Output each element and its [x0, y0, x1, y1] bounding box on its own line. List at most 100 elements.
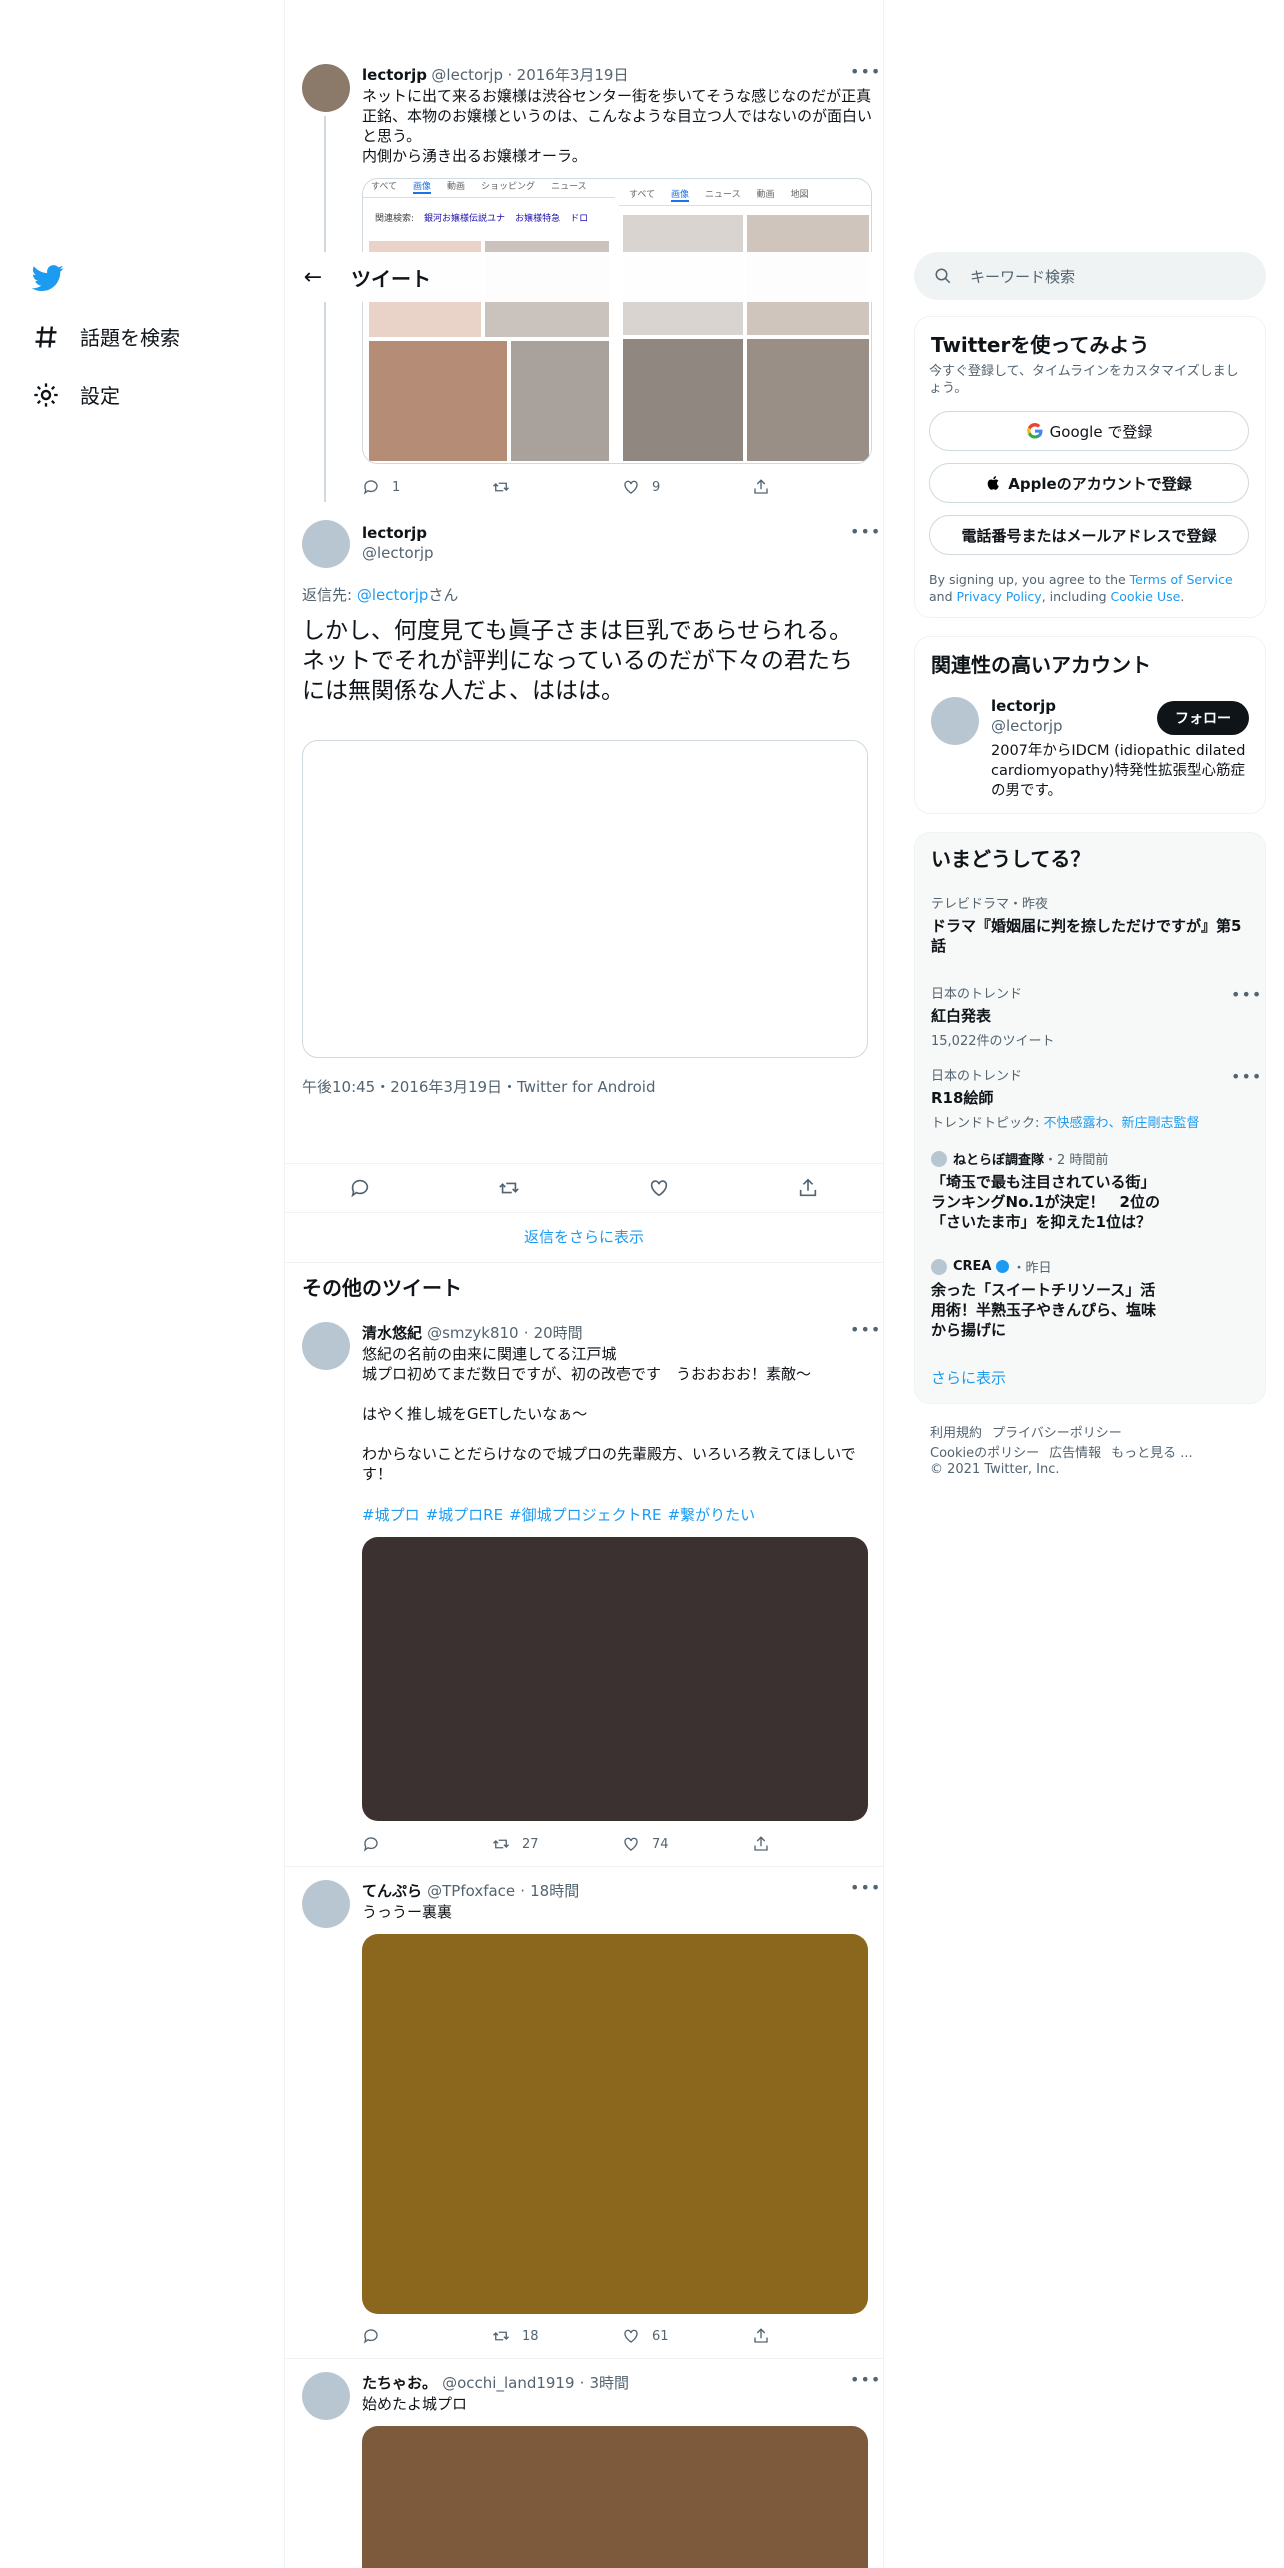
- google-signup-button[interactable]: Google で登録: [929, 411, 1249, 451]
- tweet-date[interactable]: 2016年3月19日: [517, 66, 629, 84]
- avatar[interactable]: [931, 697, 979, 745]
- tweet-author-handle[interactable]: @TPfoxface: [427, 1882, 515, 1900]
- nav-settings[interactable]: 設定: [32, 380, 120, 409]
- footer-link[interactable]: Cookieのポリシー: [930, 1446, 1039, 1461]
- avatar[interactable]: [302, 2372, 350, 2420]
- more-icon[interactable]: •••: [850, 522, 881, 541]
- more-icon[interactable]: •••: [850, 2370, 881, 2389]
- share-icon: [754, 1836, 768, 1851]
- avatar[interactable]: [302, 520, 350, 568]
- media-image-left[interactable]: すべて 画像 動画 ショッピング ニュース 関連検索: 銀河お嬢様伝説ユナ お嬢…: [363, 179, 615, 463]
- tweet-time[interactable]: 18時間: [530, 1882, 579, 1900]
- share-button[interactable]: [752, 2327, 882, 2345]
- retweet-button[interactable]: [492, 478, 622, 496]
- footer-link[interactable]: 利用規約: [930, 1426, 982, 1441]
- like-button[interactable]: 61: [622, 2327, 752, 2345]
- hashtag-link[interactable]: #城プロRE: [426, 1506, 503, 1524]
- relevant-accounts-panel: 関連性の高いアカウント lectorjp @lectorjp フォロー 2007…: [914, 636, 1266, 814]
- more-tweets-title: その他のツイート: [302, 1276, 462, 1300]
- account-handle[interactable]: @lectorjp: [991, 717, 1063, 735]
- tweet-author-name[interactable]: lectorjp: [362, 66, 427, 84]
- reply-icon[interactable]: [349, 1177, 371, 1199]
- tweet-text: 悠紀の名前の由来に関連してる江戸城 城プロ初めてまだ数日ですが、初の改壱です う…: [362, 1345, 856, 1483]
- news-item[interactable]: CREA ・昨日 余った「スイートチリソース」活用術！半熟玉子やきんぴら、塩味か…: [931, 1257, 1251, 1340]
- back-arrow-icon[interactable]: ←: [285, 265, 341, 290]
- trend-topic-link[interactable]: 不快感露わ、新庄剛志監督: [1044, 1116, 1200, 1131]
- show-more-link[interactable]: さらに表示: [931, 1367, 1006, 1388]
- heart-icon[interactable]: [648, 1177, 670, 1199]
- more-icon[interactable]: •••: [850, 1320, 881, 1339]
- retweet-icon[interactable]: [498, 1177, 520, 1199]
- tweet-media[interactable]: すべて 画像 動画 ショッピング ニュース 関連検索: 銀河お嬢様伝説ユナ お嬢…: [362, 178, 872, 464]
- footer-link[interactable]: プライバシーポリシー: [992, 1426, 1122, 1441]
- terms-link[interactable]: Terms of Service: [1130, 572, 1233, 587]
- search-input[interactable]: キーワード検索: [914, 252, 1266, 300]
- reply-button[interactable]: [362, 1835, 492, 1853]
- more-icon[interactable]: •••: [850, 1878, 881, 1897]
- legal-text: and: [929, 589, 957, 604]
- apple-signup-button[interactable]: Appleのアカウントで登録: [929, 463, 1249, 503]
- nav-explore[interactable]: 話題を検索: [32, 322, 180, 351]
- media-image-right[interactable]: すべて 画像 ニュース 動画 地図: [619, 179, 871, 463]
- tweet-timestamp[interactable]: 午後10:45・2016年3月19日・Twitter for Android: [302, 1076, 655, 1097]
- tweet-time[interactable]: 20時間: [534, 1324, 583, 1342]
- tweet-author-handle[interactable]: @lectorjp: [431, 66, 503, 84]
- footer-link[interactable]: もっと見る ...: [1111, 1446, 1193, 1461]
- trend-item[interactable]: 日本のトレンド 紅白発表 15,022件のツイート: [931, 983, 1251, 1049]
- tweet-author-handle[interactable]: @occhi_land1919: [442, 2374, 574, 2392]
- tweet-media[interactable]: [362, 1537, 868, 1821]
- account-name[interactable]: lectorjp: [991, 697, 1056, 715]
- more-icon[interactable]: •••: [850, 62, 881, 81]
- tweet-media[interactable]: [362, 2426, 868, 2568]
- hashtag-link[interactable]: #御城プロジェクトRE: [509, 1506, 661, 1524]
- avatar[interactable]: [302, 64, 350, 112]
- trend-item[interactable]: 日本のトレンド R18絵師 トレンドトピック: 不快感露わ、新庄剛志監督: [931, 1065, 1251, 1131]
- hashtag-link[interactable]: #繋がりたい: [668, 1506, 756, 1524]
- reply-to-link[interactable]: @lectorjp: [357, 586, 429, 604]
- tweet-author-name[interactable]: たちゃお。: [362, 2374, 437, 2392]
- photo-thumb: [747, 339, 869, 461]
- retweet-button[interactable]: 18: [492, 2327, 622, 2345]
- tweet-author-handle[interactable]: @lectorjp: [362, 544, 434, 562]
- source-avatar: [931, 1150, 947, 1167]
- news-item[interactable]: ねとらぼ調査隊 ・2 時間前 「埼玉で最も注目されている街」ランキングNo.1が…: [931, 1149, 1251, 1232]
- news-source-name: ねとらぼ調査隊: [953, 1153, 1045, 1168]
- legal-text: By signing up, you agree to the: [929, 572, 1130, 587]
- tweet-author-handle[interactable]: @smzyk810: [427, 1324, 519, 1342]
- phone-email-signup-button[interactable]: 電話番号またはメールアドレスで登録: [929, 515, 1249, 555]
- trend-item[interactable]: テレビドラマ・昨夜 ドラマ『婚姻届に判を捺しただけですが』第5話: [931, 893, 1251, 956]
- avatar[interactable]: [302, 1880, 350, 1928]
- tweet-time[interactable]: 3時間: [590, 2374, 630, 2392]
- copyright: © 2021 Twitter, Inc.: [930, 1462, 1060, 1477]
- related-item: お嬢様特急: [515, 214, 561, 224]
- like-button[interactable]: 74: [622, 1835, 752, 1853]
- tweet-author-name[interactable]: lectorjp: [362, 524, 427, 542]
- reply-button[interactable]: [362, 2327, 492, 2345]
- signup-title: Twitterを使ってみよう: [931, 333, 1150, 357]
- show-more-replies-link[interactable]: 返信をさらに表示: [285, 1226, 883, 1247]
- more-icon[interactable]: •••: [1231, 985, 1262, 1004]
- share-icon: [754, 479, 768, 494]
- tweet-text: うっうー裏裏: [362, 1903, 453, 1921]
- footer-link[interactable]: 広告情報: [1049, 1446, 1101, 1461]
- like-button[interactable]: 9: [622, 478, 752, 496]
- tweet-author-name[interactable]: 清水悠紀: [362, 1324, 422, 1342]
- tweet-media[interactable]: [362, 1934, 868, 2314]
- link-card[interactable]: [302, 740, 868, 1058]
- twitter-logo-icon[interactable]: [31, 262, 64, 298]
- privacy-link[interactable]: Privacy Policy: [957, 589, 1042, 604]
- share-button[interactable]: [752, 478, 882, 496]
- hashtag-link[interactable]: #城プロ: [362, 1506, 420, 1524]
- signup-legal: By signing up, you agree to the Terms of…: [929, 571, 1253, 605]
- tweet-author-name[interactable]: てんぷら: [362, 1882, 422, 1900]
- more-icon[interactable]: •••: [1231, 1067, 1262, 1086]
- trend-tweet-count: 15,022件のツイート: [931, 1034, 1055, 1049]
- signup-panel: Twitterを使ってみよう 今すぐ登録して、タイムラインをカスタマイズしましょ…: [914, 316, 1266, 618]
- avatar[interactable]: [302, 1322, 350, 1370]
- cookie-link[interactable]: Cookie Use: [1111, 589, 1181, 604]
- retweet-button[interactable]: 27: [492, 1835, 622, 1853]
- follow-button[interactable]: フォロー: [1157, 701, 1249, 735]
- share-button[interactable]: [752, 1835, 882, 1853]
- share-icon[interactable]: [797, 1177, 819, 1199]
- reply-button[interactable]: 1: [362, 478, 492, 496]
